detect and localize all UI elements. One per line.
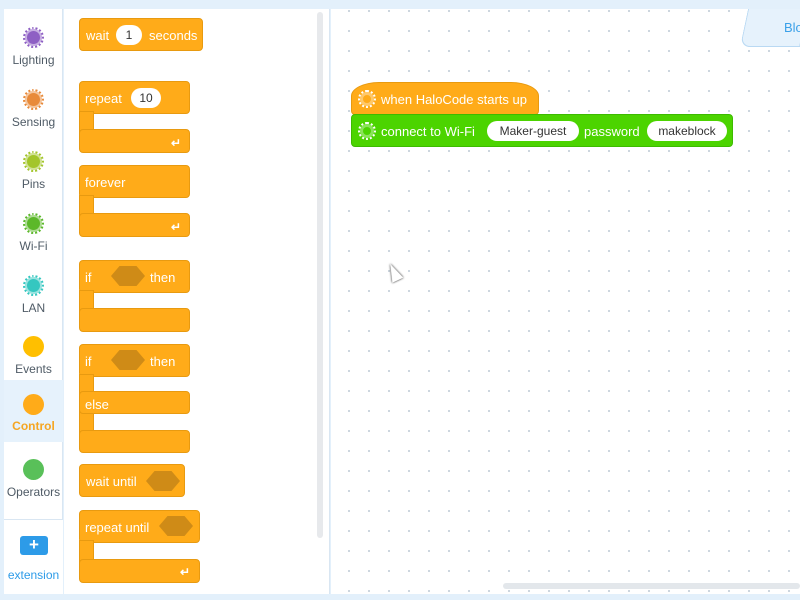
category-label: Sensing	[11, 115, 56, 129]
connect-wifi-block[interactable]: connect to Wi-Fi Maker-guest password ma…	[351, 114, 733, 147]
block-text: wait	[86, 28, 110, 43]
loop-arrow-icon: ↵	[180, 565, 191, 579]
category-label: Operators	[6, 485, 61, 499]
block-text: forever	[85, 175, 126, 190]
app-window: Lighting Sensing Pins Wi-Fi LAN Events C…	[0, 0, 800, 600]
category-pins[interactable]: Pins	[4, 139, 63, 201]
repeat-block[interactable]: repeat 10 ↵	[79, 81, 190, 153]
events-dot-icon	[23, 336, 44, 357]
category-sensing[interactable]: Sensing	[4, 77, 63, 139]
lighting-dots-icon	[23, 27, 44, 48]
category-label: Events	[15, 362, 52, 376]
extension-button[interactable]: + extension	[4, 519, 63, 594]
wifi-password-input[interactable]: makeblock	[647, 121, 727, 141]
block-text: password	[584, 124, 640, 139]
control-dot-icon	[23, 394, 44, 415]
block-text: else	[85, 397, 109, 412]
category-wifi[interactable]: Wi-Fi	[4, 201, 63, 263]
halocode-icon	[358, 90, 376, 108]
condition-slot[interactable]	[146, 471, 180, 491]
wait-until-block[interactable]: wait until	[79, 464, 185, 497]
if-else-block[interactable]: if then else	[79, 344, 190, 454]
palette-scrollbar[interactable]	[317, 12, 323, 538]
category-label: LAN	[21, 301, 46, 315]
operators-dot-icon	[23, 459, 44, 480]
block-text: when HaloCode starts up	[381, 92, 527, 107]
repeat-count-input[interactable]: 10	[131, 88, 161, 108]
loop-arrow-icon: ↵	[171, 136, 182, 150]
block-text: wait until	[86, 474, 137, 489]
wait-seconds-block[interactable]: wait 1 seconds	[79, 18, 203, 51]
lan-dots-icon	[23, 275, 44, 296]
wifi-ssid-input[interactable]: Maker-guest	[487, 121, 579, 141]
block-text: repeat until	[85, 520, 150, 535]
block-text: seconds	[149, 28, 198, 43]
wifi-dots-icon	[23, 213, 44, 234]
loop-arrow-icon: ↵	[171, 220, 182, 234]
halocode-icon	[358, 122, 376, 140]
block-palette: wait 1 seconds repeat 10 ↵ forever ↵ if	[64, 9, 330, 594]
category-events[interactable]: Events	[4, 324, 63, 386]
category-lan[interactable]: LAN	[4, 263, 63, 325]
pins-dots-icon	[23, 151, 44, 172]
blocks-tab-label: Blo	[784, 20, 800, 35]
category-operators[interactable]: Operators	[4, 447, 63, 509]
when-halocode-starts-block[interactable]: when HaloCode starts up	[351, 82, 539, 115]
category-control[interactable]: Control	[4, 380, 63, 442]
category-sidebar: Lighting Sensing Pins Wi-Fi LAN Events C…	[4, 9, 63, 594]
block-text: if	[85, 270, 92, 285]
category-label: Pins	[21, 177, 46, 191]
wait-seconds-input[interactable]: 1	[116, 25, 142, 45]
category-label: Lighting	[12, 53, 55, 67]
extension-label: extension	[7, 568, 60, 582]
add-extension-icon: +	[20, 536, 48, 555]
workspace-scrollbar[interactable]	[503, 583, 800, 589]
forever-block[interactable]: forever ↵	[79, 165, 190, 237]
block-text: then	[150, 270, 176, 285]
category-lighting[interactable]: Lighting	[4, 15, 63, 77]
block-text: if	[85, 354, 92, 369]
sensing-dots-icon	[23, 89, 44, 110]
category-label: Control	[12, 419, 55, 433]
category-label: Wi-Fi	[19, 239, 48, 253]
if-then-block[interactable]: if then	[79, 260, 190, 332]
block-text: repeat	[85, 91, 122, 106]
repeat-until-block[interactable]: repeat until ↵	[79, 510, 200, 584]
block-text: then	[150, 354, 176, 369]
block-text: connect to Wi-Fi	[381, 124, 475, 139]
